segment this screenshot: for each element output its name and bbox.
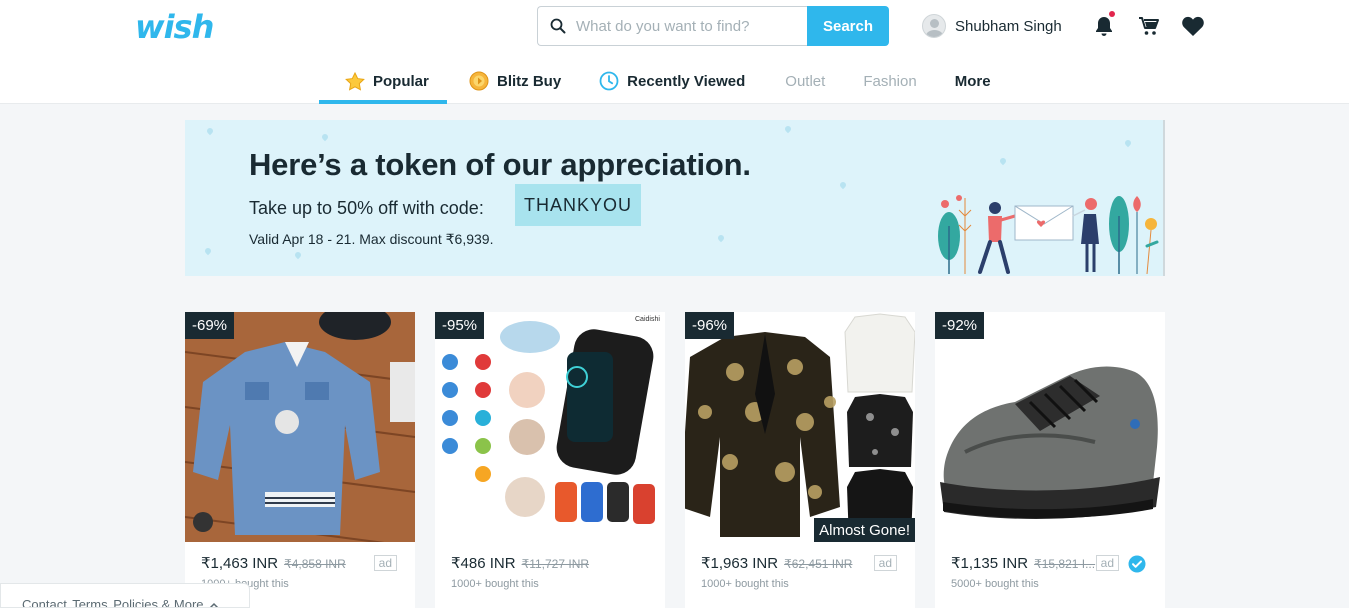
discount-badge: -96% bbox=[685, 312, 735, 339]
bought-count: 5000+ bought this bbox=[951, 578, 1039, 590]
wishlist-heart-icon[interactable] bbox=[1181, 14, 1205, 38]
original-price: ₹11,727 INR bbox=[521, 557, 590, 571]
price: ₹1,963 INR bbox=[701, 555, 779, 572]
bought-count: 1000+ bought this bbox=[701, 578, 789, 590]
bought-count: 1000+ bought this bbox=[451, 578, 539, 590]
tab-fashion-label: Fashion bbox=[863, 72, 917, 90]
tab-outlet[interactable]: Outlet bbox=[769, 58, 841, 104]
discount-badge: -69% bbox=[185, 312, 235, 339]
blitz-buy-icon bbox=[469, 71, 489, 91]
tab-more-label: More bbox=[954, 72, 991, 90]
avatar bbox=[922, 14, 946, 38]
promo-code[interactable]: THANKYOU bbox=[515, 184, 642, 226]
chevron-up-icon[interactable] bbox=[209, 602, 219, 608]
ad-label: ad bbox=[1095, 555, 1119, 571]
banner-subtitle: Take up to 50% off with code: bbox=[249, 198, 484, 218]
tab-more[interactable]: More bbox=[939, 58, 1007, 104]
price: ₹1,135 INR bbox=[951, 555, 1029, 572]
tab-popular-label: Popular bbox=[373, 72, 429, 90]
original-price: ₹4,858 INR bbox=[284, 557, 346, 571]
original-price: ₹15,821 I... bbox=[1034, 557, 1096, 571]
notification-dot bbox=[1109, 11, 1115, 17]
ad-label: ad bbox=[373, 555, 397, 571]
promo-banner[interactable]: Here’s a token of our appreciation. Take… bbox=[185, 120, 1165, 276]
search-button[interactable]: Search bbox=[807, 6, 889, 46]
tab-recently-viewed-label: Recently Viewed bbox=[627, 72, 746, 90]
product-image-floral-blazer[interactable]: -96% Almost Gone! bbox=[685, 312, 915, 542]
price-row: ₹1,963 INR ₹62,451 INR bbox=[701, 554, 852, 572]
search-field[interactable] bbox=[537, 6, 807, 46]
product-image-denim-jacket[interactable]: -69% bbox=[185, 312, 415, 542]
tab-fashion[interactable]: Fashion bbox=[847, 58, 932, 104]
price-row: ₹1,135 INR ₹15,821 I... bbox=[951, 554, 1095, 572]
clock-icon bbox=[599, 71, 619, 91]
price-row: ₹486 INR ₹11,727 INR bbox=[451, 554, 589, 572]
product-image-fitness-band[interactable]: Caidishi -95% bbox=[435, 312, 665, 542]
footer-links: Contact Terms Policies & More bbox=[0, 583, 250, 608]
product-image-hiking-shoe[interactable]: -92% bbox=[935, 312, 1165, 542]
product-card[interactable]: -92% ₹1,135 INR ₹15,821 I... ad 5000+ bo… bbox=[935, 312, 1165, 608]
product-card[interactable]: Caidishi -95% ₹486 INR ₹11,727 INR 1000+… bbox=[435, 312, 665, 608]
almost-gone-flag: Almost Gone! bbox=[814, 518, 915, 542]
wish-logo[interactable]: wish bbox=[135, 8, 214, 46]
appreciation-illustration-icon bbox=[938, 195, 1159, 275]
user-profile[interactable]: Shubham Singh bbox=[922, 13, 1062, 39]
tab-recently-viewed[interactable]: Recently Viewed bbox=[583, 58, 761, 104]
ad-label: ad bbox=[873, 555, 897, 571]
notifications-bell-icon[interactable] bbox=[1092, 11, 1116, 38]
product-card[interactable]: -96% Almost Gone! ₹1,963 INR ₹62,451 INR… bbox=[685, 312, 915, 608]
footer-policies-link[interactable]: Policies & More bbox=[113, 597, 203, 607]
tab-blitz-buy[interactable]: Blitz Buy bbox=[453, 58, 577, 104]
banner-validity: Valid Apr 18 - 21. Max discount ₹6,939. bbox=[249, 231, 494, 247]
discount-badge: -95% bbox=[435, 312, 485, 339]
tab-outlet-label: Outlet bbox=[785, 72, 826, 90]
search-bar: Search bbox=[537, 6, 889, 46]
tab-blitz-buy-label: Blitz Buy bbox=[497, 72, 562, 90]
search-icon bbox=[550, 18, 566, 34]
brand-watermark: Caidishi bbox=[635, 316, 660, 323]
cart-icon[interactable] bbox=[1137, 14, 1161, 38]
header: wish Search Shubham Singh Popular Blitz … bbox=[0, 0, 1349, 104]
original-price: ₹62,451 INR bbox=[784, 557, 853, 571]
discount-badge: -92% bbox=[935, 312, 985, 339]
star-icon bbox=[345, 71, 365, 91]
verified-badge-icon bbox=[1128, 555, 1146, 573]
banner-title: Here’s a token of our appreciation. bbox=[249, 147, 751, 182]
price: ₹1,463 INR bbox=[201, 555, 279, 572]
price-row: ₹1,463 INR ₹4,858 INR bbox=[201, 554, 346, 572]
footer-contact-link[interactable]: Contact bbox=[22, 597, 67, 607]
footer-terms-link[interactable]: Terms bbox=[72, 597, 107, 607]
product-card[interactable]: -69% ₹1,463 INR ₹4,858 INR ad 1000+ boug… bbox=[185, 312, 415, 608]
user-name: Shubham Singh bbox=[955, 17, 1062, 35]
price: ₹486 INR bbox=[451, 555, 516, 572]
category-tabs: Popular Blitz Buy Recently Viewed Outlet… bbox=[319, 58, 1007, 104]
tab-popular[interactable]: Popular bbox=[319, 58, 447, 104]
search-input[interactable] bbox=[576, 17, 776, 35]
